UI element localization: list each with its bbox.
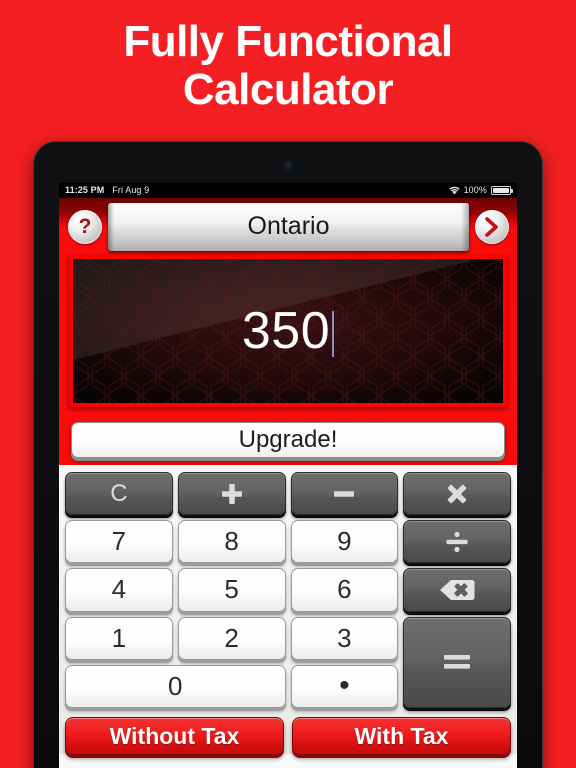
key-minus[interactable] [290,472,399,516]
without-tax-button-label: Without Tax [109,722,240,749]
upgrade-bar: Upgrade! [59,416,517,465]
tax-button-row: Without Tax With Tax [65,717,511,755]
tablet-device: 11:25 PM Fri Aug 9 100% ? Ontario 350 Up… [34,142,542,768]
key-clear-label: C [110,479,128,507]
key-divide[interactable] [403,520,511,564]
equals-icon [441,650,473,674]
key-4[interactable]: 4 [65,568,173,612]
app-toolbar: ? Ontario [59,198,517,255]
display-value: 350 [241,302,331,360]
front-camera-icon [285,162,292,169]
key-plus[interactable] [177,472,286,516]
ios-status-bar: 11:25 PM Fri Aug 9 100% [59,183,517,198]
key-0[interactable]: 0 [65,664,286,708]
region-selector[interactable]: Ontario [108,202,469,251]
key-multiply[interactable] [403,472,511,516]
key-8[interactable]: 8 [177,520,286,564]
key-3[interactable]: 3 [290,616,399,660]
status-time: 11:25 PM [65,185,105,195]
app-header-region: ? Ontario 350 [59,198,517,416]
headline-line-1: Fully Functional [123,17,453,66]
plus-icon [217,479,247,509]
key-3-label: 3 [337,622,352,653]
key-backspace[interactable] [403,568,511,612]
keypad: C 7 8 9 4 5 6 1 2 3 0 • Without Tax With Tax [59,465,517,755]
region-title: Ontario [247,212,330,240]
key-5[interactable]: 5 [177,568,286,612]
promo-canvas: Fully Functional Calculator 11:25 PM Fri… [0,0,576,768]
question-mark-icon: ? [78,215,92,238]
tablet-screen: 11:25 PM Fri Aug 9 100% ? Ontario 350 Up… [59,183,517,768]
key-2[interactable]: 2 [177,616,286,660]
key-9-label: 9 [337,526,352,557]
headline-line-2: Calculator [182,64,394,114]
key-5-label: 5 [224,574,239,605]
upgrade-label: Upgrade! [238,426,338,453]
divide-icon [442,527,472,557]
keypad-grid: C 7 8 9 4 5 6 1 2 3 0 • [65,472,511,708]
multiply-icon [442,479,472,509]
key-decimal-label: • [339,669,350,703]
with-tax-button[interactable]: With Tax [292,717,511,755]
display-value-row: 350 [73,301,503,361]
help-button[interactable]: ? [68,209,102,244]
next-button[interactable] [475,209,509,244]
key-8-label: 8 [224,526,239,557]
key-0-label: 0 [168,670,183,701]
key-6-label: 6 [337,574,352,605]
battery-full-icon [491,186,513,195]
with-tax-button-label: With Tax [354,722,449,749]
tablet-bezel: 11:25 PM Fri Aug 9 100% ? Ontario 350 Up… [34,142,542,768]
wifi-icon [448,186,460,195]
page-title: Fully Functional Calculator [0,18,576,113]
upgrade-button[interactable]: Upgrade! [71,422,505,458]
battery-percent: 100% [463,185,487,195]
key-9[interactable]: 9 [290,520,399,564]
key-2-label: 2 [224,622,239,653]
text-cursor [332,311,335,357]
status-right-group: 100% [448,183,513,198]
without-tax-button[interactable]: Without Tax [65,717,284,755]
key-decimal[interactable]: • [290,664,399,708]
key-4-label: 4 [111,574,127,605]
key-7-label: 7 [111,526,127,557]
backspace-icon [439,578,475,602]
key-clear[interactable]: C [65,472,173,516]
minus-icon [329,479,359,509]
key-7[interactable]: 7 [65,520,173,564]
key-1-label: 1 [111,622,127,653]
calculator-display[interactable]: 350 [69,255,507,407]
key-6[interactable]: 6 [290,568,399,612]
key-equals[interactable] [403,616,511,708]
key-1[interactable]: 1 [65,616,173,660]
status-date: Fri Aug 9 [112,185,150,195]
display-surface: 350 [73,259,503,403]
